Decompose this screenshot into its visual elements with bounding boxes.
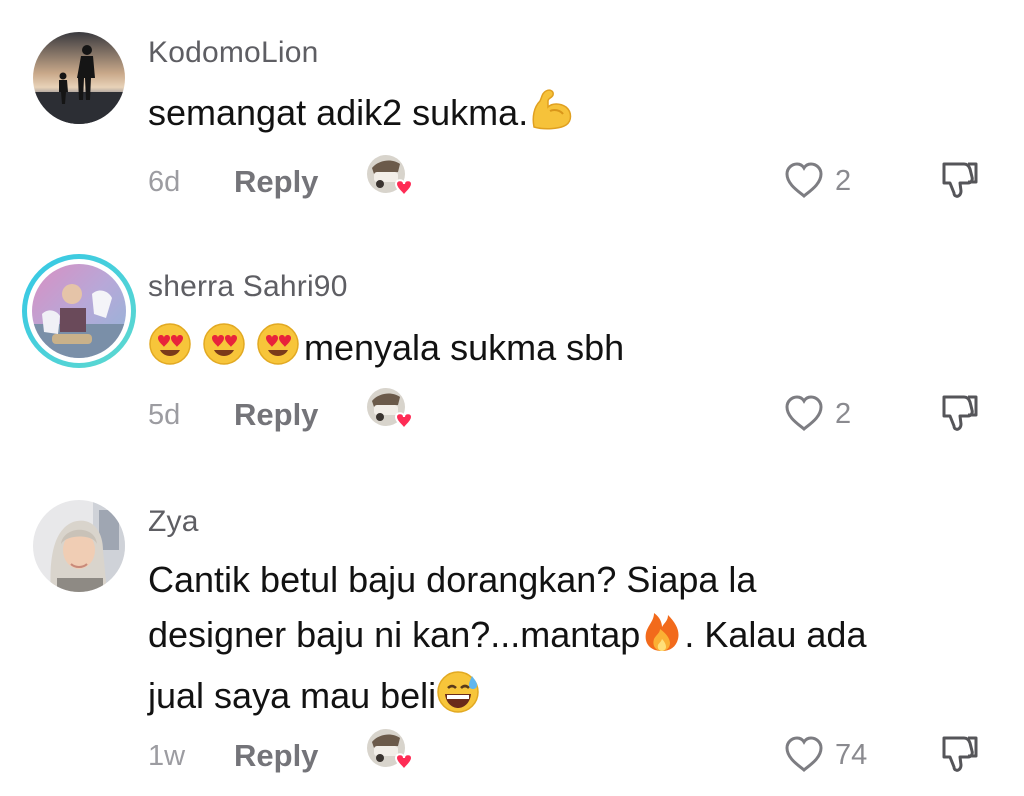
comment-username[interactable]: Zya <box>148 505 199 539</box>
dislike-button[interactable] <box>938 158 982 207</box>
comment-text-line: designer baju ni kan?...mantap . Kalau a… <box>148 607 988 668</box>
comment-text-line: Cantik betul baju dorangkan? Siapa la <box>148 559 757 600</box>
creator-liked-badge <box>366 154 416 204</box>
like-count: 2 <box>835 165 852 197</box>
thumbs-down-outline-icon[interactable] <box>938 732 982 776</box>
reply-button[interactable]: Reply <box>234 738 318 774</box>
heart-eyes-icon <box>202 322 250 381</box>
comment-age: 6d <box>148 166 181 198</box>
comment-meta: 6d Reply 2 <box>148 155 998 210</box>
comment-meta: 1w Reply 74 <box>148 729 998 784</box>
heart-badge-icon <box>394 179 414 197</box>
like-count: 2 <box>835 398 852 430</box>
avatar-image <box>32 264 126 358</box>
thumbs-down-outline-icon[interactable] <box>938 391 982 435</box>
comment-text-segment: jual saya mau beli <box>148 675 437 716</box>
avatar[interactable] <box>33 500 125 592</box>
reply-button[interactable]: Reply <box>234 164 318 200</box>
avatar-image <box>33 500 125 592</box>
dislike-button[interactable] <box>938 732 982 781</box>
like-count: 74 <box>835 739 868 771</box>
creator-liked-badge <box>366 387 416 437</box>
dislike-button[interactable] <box>938 391 982 440</box>
heart-eyes-icon <box>256 322 304 381</box>
heart-badge-icon <box>394 753 414 771</box>
avatar[interactable] <box>22 254 136 368</box>
avatar-image <box>33 32 125 124</box>
avatar-story-ring <box>27 259 131 363</box>
comment-age: 1w <box>148 740 186 772</box>
comment-text-segment: . Kalau ada <box>684 614 867 655</box>
comment-text-body: semangat adik2 sukma. <box>148 92 529 133</box>
comment-meta: 5d Reply 2 <box>148 388 998 443</box>
fire-icon <box>640 607 684 668</box>
reply-button[interactable]: Reply <box>234 397 318 433</box>
comment-text-body: menyala sukma sbh <box>304 327 625 368</box>
comment-text: menyala sukma sbh <box>148 320 988 381</box>
comment-text: semangat adik2 sukma. <box>148 85 988 146</box>
flexed-biceps-icon <box>528 87 574 146</box>
grinning-sweat-icon <box>436 670 482 729</box>
comment-text-segment: designer baju ni kan?...mantap <box>148 614 641 655</box>
heart-outline-icon[interactable] <box>784 736 824 774</box>
heart-outline-icon[interactable] <box>784 395 824 433</box>
comment-username[interactable]: sherra Sahri90 <box>148 270 348 304</box>
comment-text: Cantik betul baju dorangkan? Siapa la de… <box>148 552 988 729</box>
thumbs-down-outline-icon[interactable] <box>938 158 982 202</box>
heart-badge-icon <box>394 412 414 430</box>
avatar[interactable] <box>33 32 125 124</box>
heart-eyes-icon <box>148 322 196 381</box>
creator-liked-badge <box>366 728 416 778</box>
comment-username[interactable]: KodomoLion <box>148 36 318 70</box>
comment-text-line: jual saya mau beli <box>148 668 988 729</box>
comment-age: 5d <box>148 399 181 431</box>
heart-outline-icon[interactable] <box>784 162 824 200</box>
